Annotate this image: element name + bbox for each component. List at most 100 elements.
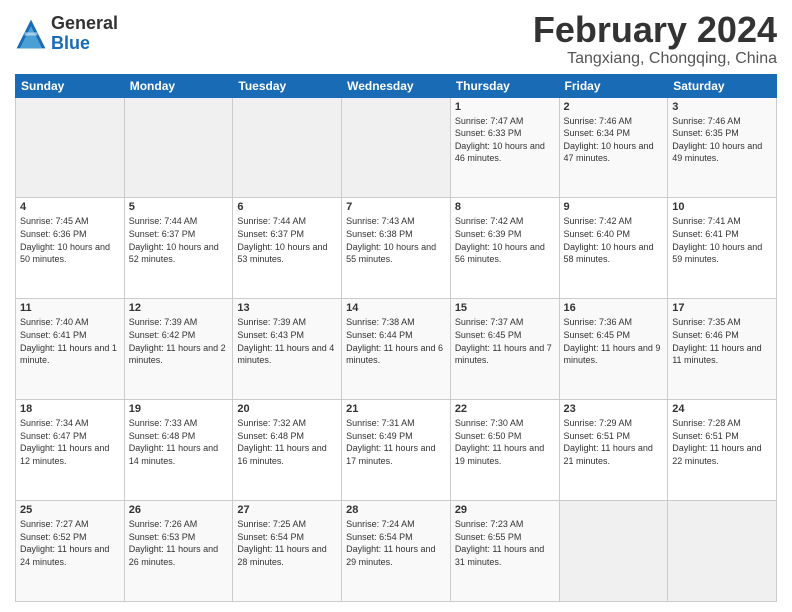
day-info: Sunrise: 7:41 AMSunset: 6:41 PMDaylight:… <box>672 215 772 265</box>
day-number: 28 <box>346 504 446 516</box>
calendar-cell: 17Sunrise: 7:35 AMSunset: 6:46 PMDayligh… <box>668 299 777 400</box>
calendar-cell: 18 Sunrise: 7:34 AMSunset: 6:47 PMDayligh… <box>16 400 125 501</box>
day-info: Sunrise: 7:30 AMSunset: 6:50 PMDaylight:… <box>455 417 555 467</box>
day-number: 29 <box>455 504 555 516</box>
header-sunday: Sunday <box>16 74 125 97</box>
calendar-cell <box>342 97 451 198</box>
calendar-cell <box>668 501 777 602</box>
day-info: Sunrise: 7:28 AMSunset: 6:51 PMDaylight:… <box>672 417 772 467</box>
day-info: Sunrise: 7:44 AMSunset: 6:37 PMDaylight:… <box>237 215 337 265</box>
day-number: 9 <box>564 201 664 213</box>
logo-blue: Blue <box>51 34 118 54</box>
calendar-cell: 4Sunrise: 7:45 AMSunset: 6:36 PMDaylight… <box>16 198 125 299</box>
day-number: 16 <box>564 302 664 314</box>
calendar-cell: 8 Sunrise: 7:42 AMSunset: 6:39 PMDaylight… <box>450 198 559 299</box>
day-number: 24 <box>672 403 772 415</box>
day-info: Sunrise: 7:34 AMSunset: 6:47 PMDaylight:… <box>20 417 120 467</box>
day-info: Sunrise: 7:37 AMSunset: 6:45 PMDaylight:… <box>455 316 555 366</box>
calendar-week-2: 4Sunrise: 7:45 AMSunset: 6:36 PMDaylight… <box>16 198 777 299</box>
calendar-cell: 26 Sunrise: 7:26 AMSunset: 6:53 PMDayligh… <box>124 501 233 602</box>
day-info: Sunrise: 7:32 AMSunset: 6:48 PMDaylight:… <box>237 417 337 467</box>
calendar-week-4: 18 Sunrise: 7:34 AMSunset: 6:47 PMDayligh… <box>16 400 777 501</box>
day-info: Sunrise: 7:44 AMSunset: 6:37 PMDaylight:… <box>129 215 229 265</box>
day-number: 8 <box>455 201 555 213</box>
day-number: 2 <box>564 101 664 113</box>
calendar-cell <box>124 97 233 198</box>
day-info: Sunrise: 7:43 AMSunset: 6:38 PMDaylight:… <box>346 215 446 265</box>
calendar-cell <box>16 97 125 198</box>
day-number: 10 <box>672 201 772 213</box>
day-number: 5 <box>129 201 229 213</box>
day-info: Sunrise: 7:42 AMSunset: 6:39 PMDaylight:… <box>455 215 555 265</box>
calendar-week-1: 1Sunrise: 7:47 AMSunset: 6:33 PMDaylight… <box>16 97 777 198</box>
day-info: Sunrise: 7:31 AMSunset: 6:49 PMDaylight:… <box>346 417 446 467</box>
calendar-cell <box>559 501 668 602</box>
calendar-cell: 11 Sunrise: 7:40 AMSunset: 6:41 PMDayligh… <box>16 299 125 400</box>
header-thursday: Thursday <box>450 74 559 97</box>
calendar-cell: 27 Sunrise: 7:25 AMSunset: 6:54 PMDayligh… <box>233 501 342 602</box>
calendar-cell: 14 Sunrise: 7:38 AMSunset: 6:44 PMDayligh… <box>342 299 451 400</box>
calendar-cell: 12 Sunrise: 7:39 AMSunset: 6:42 PMDayligh… <box>124 299 233 400</box>
day-info: Sunrise: 7:46 AMSunset: 6:35 PMDaylight:… <box>672 115 772 165</box>
day-number: 25 <box>20 504 120 516</box>
calendar-cell: 29Sunrise: 7:23 AMSunset: 6:55 PMDayligh… <box>450 501 559 602</box>
day-number: 23 <box>564 403 664 415</box>
day-number: 1 <box>455 101 555 113</box>
day-number: 7 <box>346 201 446 213</box>
calendar-cell: 28Sunrise: 7:24 AMSunset: 6:54 PMDayligh… <box>342 501 451 602</box>
calendar-cell: 23 Sunrise: 7:29 AMSunset: 6:51 PMDayligh… <box>559 400 668 501</box>
day-info: Sunrise: 7:29 AMSunset: 6:51 PMDaylight:… <box>564 417 664 467</box>
weekday-header-row: Sunday Monday Tuesday Wednesday Thursday… <box>16 74 777 97</box>
calendar-cell: 22 Sunrise: 7:30 AMSunset: 6:50 PMDayligh… <box>450 400 559 501</box>
title-location: Tangxiang, Chongqing, China <box>533 50 777 68</box>
day-number: 19 <box>129 403 229 415</box>
day-number: 26 <box>129 504 229 516</box>
day-number: 15 <box>455 302 555 314</box>
header-wednesday: Wednesday <box>342 74 451 97</box>
day-number: 27 <box>237 504 337 516</box>
day-info: Sunrise: 7:39 AMSunset: 6:42 PMDaylight:… <box>129 316 229 366</box>
header-monday: Monday <box>124 74 233 97</box>
day-info: Sunrise: 7:25 AMSunset: 6:54 PMDaylight:… <box>237 518 337 568</box>
day-info: Sunrise: 7:38 AMSunset: 6:44 PMDaylight:… <box>346 316 446 366</box>
day-number: 18 <box>20 403 120 415</box>
day-info: Sunrise: 7:26 AMSunset: 6:53 PMDaylight:… <box>129 518 229 568</box>
calendar-table: Sunday Monday Tuesday Wednesday Thursday… <box>15 74 777 602</box>
calendar-cell: 2 Sunrise: 7:46 AMSunset: 6:34 PMDaylight… <box>559 97 668 198</box>
day-number: 12 <box>129 302 229 314</box>
day-info: Sunrise: 7:36 AMSunset: 6:45 PMDaylight:… <box>564 316 664 366</box>
header: General Blue February 2024 Tangxiang, Ch… <box>15 10 777 68</box>
calendar-cell: 5 Sunrise: 7:44 AMSunset: 6:37 PMDaylight… <box>124 198 233 299</box>
day-number: 21 <box>346 403 446 415</box>
day-number: 22 <box>455 403 555 415</box>
calendar-cell: 3Sunrise: 7:46 AMSunset: 6:35 PMDaylight… <box>668 97 777 198</box>
calendar-cell: 7 Sunrise: 7:43 AMSunset: 6:38 PMDaylight… <box>342 198 451 299</box>
day-number: 6 <box>237 201 337 213</box>
calendar-cell: 25 Sunrise: 7:27 AMSunset: 6:52 PMDayligh… <box>16 501 125 602</box>
title-section: February 2024 Tangxiang, Chongqing, Chin… <box>533 10 777 68</box>
header-friday: Friday <box>559 74 668 97</box>
calendar-cell: 15 Sunrise: 7:37 AMSunset: 6:45 PMDayligh… <box>450 299 559 400</box>
page: General Blue February 2024 Tangxiang, Ch… <box>0 0 792 612</box>
day-number: 14 <box>346 302 446 314</box>
calendar-cell: 16 Sunrise: 7:36 AMSunset: 6:45 PMDayligh… <box>559 299 668 400</box>
calendar-cell <box>233 97 342 198</box>
logo: General Blue <box>15 14 118 54</box>
day-number: 11 <box>20 302 120 314</box>
day-number: 4 <box>20 201 120 213</box>
calendar-cell: 24 Sunrise: 7:28 AMSunset: 6:51 PMDayligh… <box>668 400 777 501</box>
day-info: Sunrise: 7:33 AMSunset: 6:48 PMDaylight:… <box>129 417 229 467</box>
title-month: February 2024 <box>533 10 777 50</box>
calendar-cell: 20Sunrise: 7:32 AMSunset: 6:48 PMDayligh… <box>233 400 342 501</box>
calendar-cell: 13Sunrise: 7:39 AMSunset: 6:43 PMDayligh… <box>233 299 342 400</box>
day-info: Sunrise: 7:40 AMSunset: 6:41 PMDaylight:… <box>20 316 120 366</box>
calendar-cell: 9Sunrise: 7:42 AMSunset: 6:40 PMDaylight… <box>559 198 668 299</box>
logo-general: General <box>51 14 118 34</box>
header-tuesday: Tuesday <box>233 74 342 97</box>
day-info: Sunrise: 7:46 AMSunset: 6:34 PMDaylight:… <box>564 115 664 165</box>
calendar-week-5: 25 Sunrise: 7:27 AMSunset: 6:52 PMDayligh… <box>16 501 777 602</box>
day-info: Sunrise: 7:27 AMSunset: 6:52 PMDaylight:… <box>20 518 120 568</box>
logo-icon <box>15 18 47 50</box>
calendar-cell: 21 Sunrise: 7:31 AMSunset: 6:49 PMDayligh… <box>342 400 451 501</box>
day-number: 13 <box>237 302 337 314</box>
